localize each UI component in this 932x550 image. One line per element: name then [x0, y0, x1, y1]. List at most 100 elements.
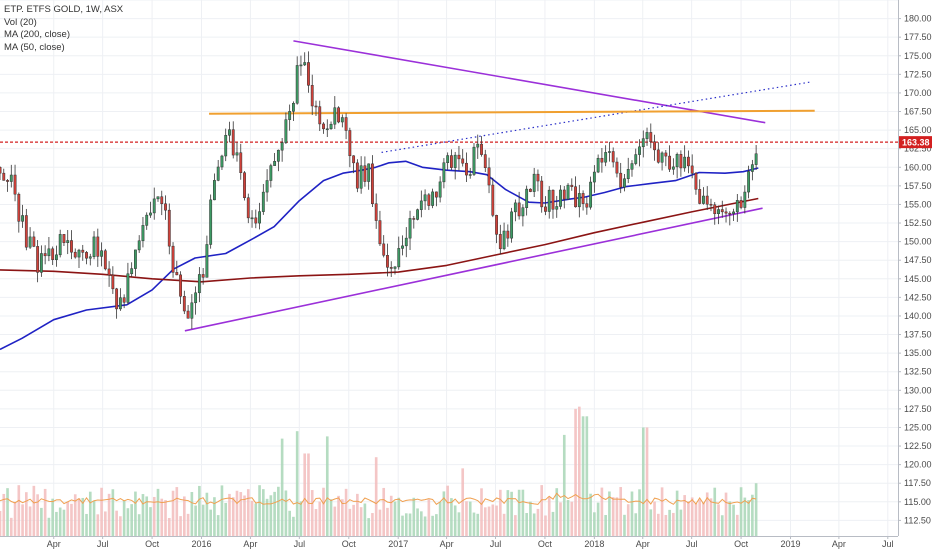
candle-body — [325, 128, 329, 131]
volume-bar — [416, 508, 419, 536]
volume-bar — [619, 487, 623, 536]
volume-bar — [216, 515, 220, 536]
volume-bar — [675, 490, 679, 536]
volume-bar — [333, 506, 337, 536]
candle-body — [66, 240, 70, 243]
candle-body — [73, 251, 77, 258]
time-tick-label: Apr — [47, 539, 61, 549]
candle-body — [122, 297, 126, 303]
volume-bar — [348, 508, 352, 536]
legend-ma200: MA (200, close) — [4, 29, 70, 40]
axes: 112.50 115.00 117.50 120.00 122.50 125.00 127.… — [0, 0, 932, 550]
candle-body — [24, 215, 28, 248]
candle-body — [717, 209, 720, 215]
candle-body — [39, 253, 43, 273]
candle-body — [371, 163, 374, 204]
volume-bar — [465, 501, 468, 536]
candle-body — [329, 123, 333, 130]
volume-bar — [604, 515, 607, 536]
candle-body — [145, 214, 149, 226]
candle-body — [453, 154, 457, 168]
volume-bar — [239, 492, 243, 536]
candle-body — [694, 173, 698, 190]
candle-body — [574, 186, 577, 208]
candle-body — [423, 194, 427, 202]
candle-body — [58, 234, 62, 256]
candle-body — [498, 234, 502, 250]
volume-bar — [175, 487, 179, 536]
candle-body — [156, 196, 160, 200]
volume-bar — [284, 490, 288, 536]
candle-body — [265, 180, 269, 193]
volume-bar — [250, 500, 254, 536]
volume-bar — [137, 514, 141, 536]
candle-body — [690, 165, 694, 174]
volume-bar — [517, 489, 521, 536]
candle-body — [532, 173, 536, 192]
volume-bar — [201, 504, 205, 536]
candle-body — [378, 220, 382, 245]
candle-body — [401, 245, 404, 249]
volume-bar — [269, 495, 273, 536]
legend-ma50: MA (50, close) — [4, 41, 65, 53]
volume-bar — [21, 504, 24, 536]
candle-body — [21, 215, 24, 222]
candle-body — [70, 240, 73, 253]
price-tick-label: 135.00 — [904, 348, 932, 358]
volume-bar — [119, 516, 122, 536]
volume-bar — [690, 497, 694, 536]
volume-bar — [130, 504, 133, 536]
time-tick-label: Apr — [440, 539, 454, 549]
volume-bar — [420, 511, 423, 536]
candle-body — [446, 155, 450, 164]
time-tick-label: Jul — [490, 539, 502, 549]
candle-body — [555, 206, 559, 210]
price-tick-label: 157.50 — [904, 181, 932, 191]
candle-body — [100, 250, 103, 257]
candle-body — [261, 191, 265, 212]
volume-bar — [747, 500, 750, 536]
candle-body — [664, 152, 668, 157]
volume-bar — [578, 406, 581, 536]
volume-bar — [318, 501, 322, 536]
candle-body — [231, 129, 235, 156]
volume-bar — [295, 431, 299, 536]
price-chart[interactable]: 112.50 115.00 117.50 120.00 122.50 125.00 127.… — [0, 0, 932, 550]
candle-body — [190, 302, 194, 319]
volume-bar — [397, 497, 401, 536]
volume-bar — [641, 427, 645, 536]
volume-bar — [111, 489, 115, 536]
volume-bar — [506, 490, 510, 536]
candle-body — [276, 149, 280, 162]
volume-bar — [205, 492, 209, 536]
volume-bar — [0, 510, 2, 536]
candle-body — [134, 249, 137, 269]
volume-bar — [653, 501, 656, 536]
candle-body — [506, 230, 510, 239]
volume-bar — [457, 512, 461, 536]
price-tick-label: 180.00 — [904, 14, 932, 24]
candle-body — [653, 141, 656, 151]
candle-body — [702, 195, 705, 204]
candle-body — [111, 274, 115, 290]
volume-bar — [194, 505, 197, 536]
volume-bar — [367, 518, 370, 536]
volume-bar — [235, 490, 239, 536]
volume-bar — [626, 504, 630, 536]
price-tick-label: 152.50 — [904, 218, 932, 228]
volume-bar — [359, 507, 363, 536]
volume-bar — [679, 509, 683, 536]
candle-body — [649, 132, 653, 142]
volume-bar — [32, 485, 36, 536]
volume-bar — [502, 513, 506, 536]
candle-body — [638, 146, 641, 155]
volume-bar — [728, 501, 732, 536]
volume-bar — [374, 457, 378, 536]
candle-body — [536, 173, 540, 182]
candle-body — [243, 172, 246, 198]
volume-bar — [453, 505, 457, 536]
candle-body — [201, 274, 205, 278]
candle-body — [62, 234, 66, 243]
volume-bar — [58, 507, 62, 536]
candle-body — [656, 149, 660, 163]
